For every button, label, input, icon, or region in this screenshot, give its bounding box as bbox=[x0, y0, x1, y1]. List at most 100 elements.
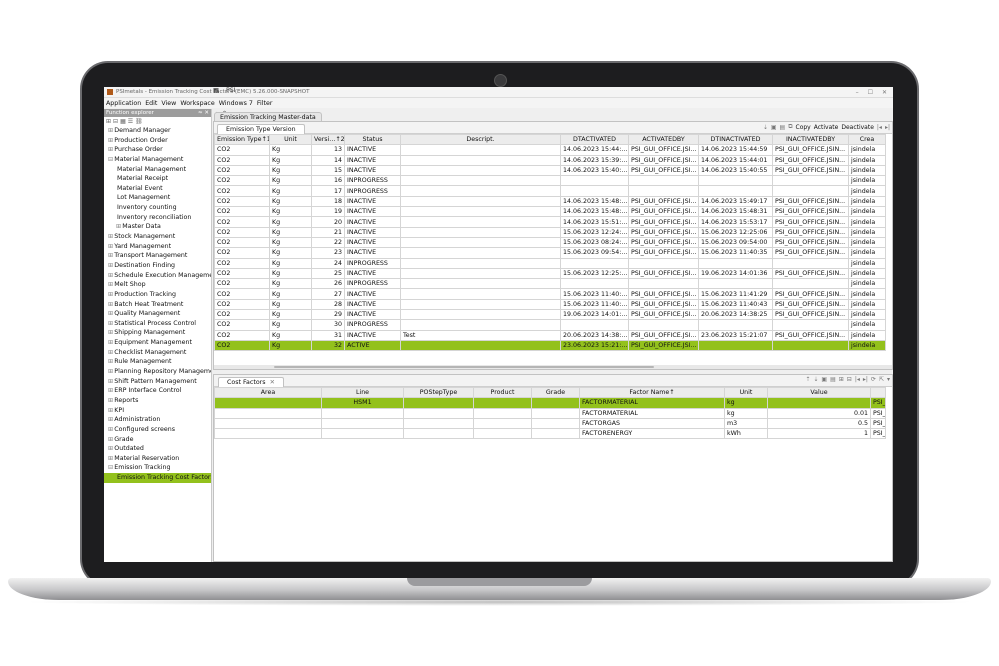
table-cell[interactable]: 15.06.2023 11:40:... bbox=[560, 298, 629, 311]
table-cell[interactable]: 1 bbox=[767, 428, 871, 440]
table-cell[interactable]: CO2 bbox=[214, 175, 270, 187]
table-cell[interactable]: FACTORMATERIAL bbox=[579, 397, 725, 409]
table-cell[interactable] bbox=[400, 267, 561, 280]
tree-item[interactable]: ⊞Master Data bbox=[104, 222, 211, 232]
table-cell[interactable]: PSI_GUI_OFFICE.JSI... bbox=[628, 206, 699, 218]
table-cell[interactable]: jsindela bbox=[848, 298, 886, 311]
table-cell[interactable]: INACTIVE bbox=[344, 236, 401, 249]
tree-toggle-icon[interactable]: ⊞ bbox=[108, 320, 113, 327]
table-cell[interactable]: PSI_GUI_OFFICE.JSIN... bbox=[772, 247, 849, 259]
table-cell[interactable]: PSI_GUI_OFFICE.JSI... bbox=[628, 309, 699, 321]
table-cell[interactable]: 19.06.2023 14:01:36 bbox=[698, 267, 773, 280]
tree-item[interactable]: ⊞Planning Repository Management bbox=[104, 367, 211, 377]
table-cell[interactable] bbox=[628, 185, 699, 197]
table-row[interactable]: CO2 Kg 19 INACTIVE 14.06.2023 15:48:... PSI_G… bbox=[214, 206, 886, 218]
activate-button[interactable]: Activate bbox=[814, 124, 839, 131]
table-cell[interactable] bbox=[400, 236, 561, 249]
table-cell[interactable]: PSI_GUI_OFFICE.JSI... bbox=[628, 154, 699, 166]
table-cell[interactable]: 14.06.2023 15:40:55 bbox=[698, 164, 773, 177]
table-cell[interactable]: CO2 bbox=[214, 298, 270, 311]
table-cell[interactable]: 24 bbox=[311, 257, 345, 269]
table-row[interactable]: CO2 Kg 14 INACTIVE 14.06.2023 15:39:... PSI_G… bbox=[214, 154, 886, 166]
first-page-icon[interactable]: |◂ bbox=[855, 376, 860, 383]
table-cell[interactable]: jsindela bbox=[848, 247, 886, 259]
tree-toggle-icon[interactable]: ⊞ bbox=[108, 397, 113, 404]
tree-item[interactable]: ⊞Equipment Management bbox=[104, 338, 211, 348]
table-row[interactable]: CO2 Kg 31 INACTIVE Test 20.06.2023 14:38:... P… bbox=[214, 329, 886, 341]
table-cell[interactable]: PSI_GUI_OFFICE.JSI... bbox=[628, 339, 699, 352]
tree-toggle-icon[interactable]: ⊞ bbox=[116, 223, 121, 230]
table-cell[interactable] bbox=[400, 154, 561, 166]
table-cell[interactable]: Kg bbox=[269, 226, 312, 238]
table-cell[interactable]: PSI_GUI_OFFICE.JSI... bbox=[628, 164, 699, 177]
table-cell[interactable]: jsindela bbox=[848, 319, 886, 331]
table-cell[interactable]: CO2 bbox=[214, 319, 270, 331]
table-cell[interactable]: PSI_GUI_OFFICE.JSI... bbox=[628, 195, 699, 208]
table-cell[interactable] bbox=[403, 428, 474, 440]
table-cell[interactable]: CO2 bbox=[214, 185, 270, 197]
table-cell[interactable] bbox=[400, 195, 561, 208]
table-cell[interactable]: PSI_GUI_OFFICE.JSIN... bbox=[772, 144, 849, 156]
table-cell[interactable]: 25 bbox=[311, 267, 345, 280]
table-cell[interactable]: PSI_GUI_OFFICE.JSI... bbox=[628, 329, 699, 341]
tree-item[interactable]: ⊟Material Management bbox=[104, 155, 211, 165]
column-header[interactable]: Descript. bbox=[400, 133, 561, 146]
tree-item[interactable]: ⊞Outdated bbox=[104, 444, 211, 454]
column-header[interactable]: POStepType bbox=[403, 386, 474, 399]
table-cell[interactable]: CO2 bbox=[214, 288, 270, 300]
table-cell[interactable]: 15.06.2023 08:24:... bbox=[560, 236, 629, 249]
table-cell[interactable]: Kg bbox=[269, 309, 312, 321]
table-cell[interactable]: jsindela bbox=[848, 216, 886, 228]
scrollbar-thumb[interactable] bbox=[274, 366, 654, 368]
table-cell[interactable]: jsindela bbox=[848, 257, 886, 269]
table-cell[interactable] bbox=[772, 319, 849, 331]
tree-item[interactable]: ⊞Reports bbox=[104, 396, 211, 406]
table-cell[interactable] bbox=[560, 278, 629, 290]
table-cell[interactable] bbox=[628, 319, 699, 331]
export-icon[interactable]: ⇱ bbox=[879, 376, 884, 383]
table-cell[interactable]: 0.5 bbox=[767, 417, 871, 430]
table-cell[interactable]: Kg bbox=[269, 195, 312, 208]
deactivate-button[interactable]: Deactivate bbox=[841, 124, 874, 131]
list-icon[interactable]: ☰ bbox=[128, 118, 133, 125]
table-row[interactable]: FACTORMATERIALkg0.01PSI_GU bbox=[214, 407, 886, 419]
tree-toggle-icon[interactable]: ⊞ bbox=[108, 137, 113, 144]
table-row[interactable]: CO2 Kg 16 INPROGRESS jsindela bbox=[214, 175, 886, 187]
table-cell[interactable] bbox=[698, 339, 773, 352]
table-cell[interactable]: Kg bbox=[269, 267, 312, 280]
table-cell[interactable]: Kg bbox=[269, 329, 312, 341]
table-cell[interactable]: 29 bbox=[311, 309, 345, 321]
table-cell[interactable]: 14.06.2023 15:48:... bbox=[560, 206, 629, 218]
table-cell[interactable]: 14.06.2023 15:48:... bbox=[560, 195, 629, 208]
tree-toggle-icon[interactable]: ⊞ bbox=[108, 358, 113, 365]
table-row[interactable]: CO2 Kg 26 INPROGRESS jsindela bbox=[214, 278, 886, 290]
table-cell[interactable]: CO2 bbox=[214, 339, 270, 352]
tree-item[interactable]: ⊞KPI bbox=[104, 406, 211, 416]
table-cell[interactable]: Kg bbox=[269, 216, 312, 228]
table-cell[interactable]: 28 bbox=[311, 298, 345, 311]
table-cell[interactable] bbox=[400, 309, 561, 321]
filter-icon[interactable]: ⇣ bbox=[763, 124, 768, 131]
delete-icon[interactable]: ▤ bbox=[780, 124, 786, 131]
tree-toggle-icon[interactable]: ⊞ bbox=[108, 262, 113, 269]
table-cell[interactable]: m3 bbox=[724, 417, 768, 430]
table-cell[interactable] bbox=[531, 417, 580, 430]
menu-workspace[interactable]: Workspace bbox=[180, 100, 214, 107]
table-cell[interactable]: CO2 bbox=[214, 278, 270, 290]
tree-toggle-icon[interactable]: ⊞ bbox=[108, 243, 113, 250]
column-header[interactable]: Versi...↑2 bbox=[311, 133, 345, 146]
table-cell[interactable]: 20 bbox=[311, 216, 345, 228]
table-cell[interactable]: 14 bbox=[311, 154, 345, 166]
table-row[interactable]: CO2 Kg 17 INPROGRESS jsindela bbox=[214, 185, 886, 197]
table-cell[interactable]: 17 bbox=[311, 185, 345, 197]
sort-icon[interactable]: ⇣ bbox=[813, 376, 818, 383]
table-cell[interactable]: INPROGRESS bbox=[344, 175, 401, 187]
table-cell[interactable] bbox=[400, 278, 561, 290]
table-cell[interactable]: PSI_GUI_OFFICE.JSI... bbox=[628, 144, 699, 156]
save-icon[interactable]: ▣ bbox=[771, 124, 777, 131]
table-cell[interactable]: CO2 bbox=[214, 195, 270, 208]
table-cell[interactable]: 14.06.2023 15:39:... bbox=[560, 154, 629, 166]
table-cell[interactable]: PSI_GUI_OFFICE.JSI... bbox=[628, 288, 699, 300]
table-cell[interactable]: PSI_GU bbox=[870, 417, 886, 430]
table-cell[interactable] bbox=[321, 417, 404, 430]
